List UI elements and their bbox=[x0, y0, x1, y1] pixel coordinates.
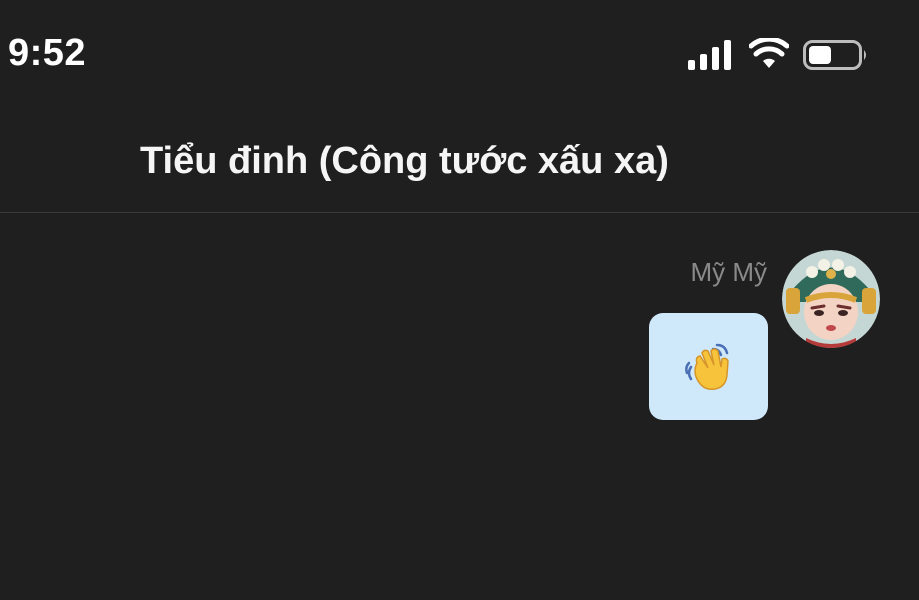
cellular-signal-icon bbox=[688, 40, 731, 70]
status-time: 9:52 bbox=[8, 32, 87, 74]
wifi-icon bbox=[749, 38, 789, 68]
status-bar: 9:52 bbox=[0, 0, 919, 110]
waving-hand-icon bbox=[684, 343, 729, 390]
chat-screen: 9:52 Tiểu đinh (Công tước xấu xa) Mỹ Mỹ bbox=[0, 0, 919, 600]
message-bubble[interactable] bbox=[649, 313, 768, 420]
battery-icon bbox=[803, 40, 866, 70]
message-list[interactable]: Mỹ Mỹ bbox=[0, 213, 919, 600]
chat-header: Tiểu đinh (Công tước xấu xa) bbox=[0, 110, 919, 213]
avatar-icon[interactable] bbox=[782, 250, 880, 348]
sender-name: Mỹ Mỹ bbox=[690, 257, 767, 287]
chat-title: Tiểu đinh (Công tước xấu xa) bbox=[140, 140, 669, 182]
